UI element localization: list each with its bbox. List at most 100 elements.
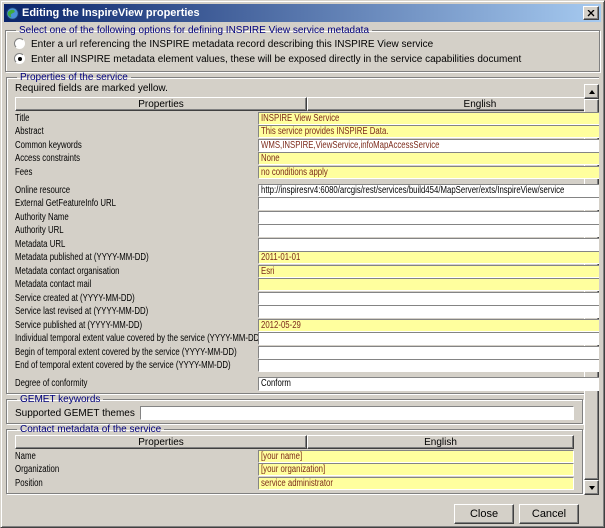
field-begin-of-temporal-extent-covered-by-the-service-yyyy-mm-dd[interactable] [258,346,599,359]
field-metadata-published-at-yyyy-mm-dd[interactable]: 2011-01-01 [258,251,599,264]
chevron-up-icon [589,90,595,94]
table-row: Begin of temporal extent covered by the … [15,346,599,359]
row-label: Name [15,451,205,462]
cancel-button[interactable]: Cancel [519,504,579,524]
row-label: Organization [15,464,205,475]
row-label: Begin of temporal extent covered by the … [15,347,205,358]
field-value: This service provides INSPIRE Data. [261,126,388,137]
radio-option-label: Enter all INSPIRE metadata element value… [31,53,521,65]
dialog-window: Editing the InspireView properties Selec… [0,0,605,528]
field-value: INSPIRE View Service [261,113,339,124]
radio-option-metadata-url[interactable]: Enter a url referencing the INSPIRE meta… [14,38,591,50]
field-value: 2011-01-01 [261,252,300,263]
row-label: Service last revised at (YYYY-MM-DD) [15,306,205,317]
table-row: Title INSPIRE View Service [15,112,599,125]
row-label: Title [15,113,205,124]
field-organization[interactable]: [your organization] [258,463,574,476]
gemet-themes-field[interactable] [140,406,574,420]
field-service-published-at-yyyy-mm-dd[interactable]: 2012-05-29 [258,319,599,332]
row-label: Metadata contact organisation [15,266,205,277]
table-row: Name [your name] [15,450,574,463]
table-row: Authority Name [15,211,599,224]
window-icon [6,7,19,20]
degree-of-conformity-select[interactable]: Conform [258,377,599,391]
table-row: Position service administrator [15,477,574,490]
row-label: Metadata contact mail [15,279,205,290]
radio-option-label: Enter a url referencing the INSPIRE meta… [31,38,433,50]
field-service-last-revised-at-yyyy-mm-dd[interactable] [258,305,599,318]
close-button[interactable]: Close [454,504,514,524]
row-label: Position [15,478,205,489]
gemet-keywords-group-title: GEMET keywords [17,394,103,405]
table-row: Authority URL [15,224,599,237]
scroll-down-button[interactable] [584,480,599,495]
table-row: Service published at (YYYY-MM-DD) 2012-05… [15,319,599,332]
column-header-english: English [307,435,574,449]
radio-button-selected-icon[interactable] [14,53,25,64]
field-value: no conditions apply [261,167,328,178]
field-abstract[interactable]: This service provides INSPIRE Data. [258,125,599,138]
field-end-of-temporal-extent-covered-by-the-service-yyyy-mm-dd[interactable] [258,359,599,372]
selected-value: Conform [261,378,553,389]
radio-option-inline-metadata[interactable]: Enter all INSPIRE metadata element value… [14,53,591,65]
table-row: Organization [your organization] [15,463,574,476]
gemet-themes-row: Supported GEMET themes [15,406,574,420]
field-position[interactable]: service administrator [258,477,574,490]
field-title[interactable]: INSPIRE View Service [258,112,599,125]
row-label: Metadata URL [15,239,205,250]
field-common-keywords[interactable]: WMS,INSPIRE,ViewService,infoMapAccessSer… [258,139,599,152]
scroll-pane: Properties of the service Required field… [6,72,599,501]
field-authority-url[interactable] [258,224,599,237]
field-online-resource[interactable]: http://inspiresrv4:6080/arcgis/rest/serv… [258,184,599,197]
table-row: Common keywords WMS,INSPIRE,ViewService,i… [15,139,599,152]
table-row: Degree of conformity Conform [15,377,599,390]
close-icon[interactable] [583,6,599,20]
service-properties-group: Properties of the service Required field… [6,72,599,394]
field-metadata-contact-mail[interactable] [258,278,599,291]
contact-metadata-group: Contact metadata of the service Properti… [6,424,583,494]
gemet-keywords-group: GEMET keywords Supported GEMET themes [6,394,583,424]
table-row: Service last revised at (YYYY-MM-DD) [15,305,599,318]
field-service-created-at-yyyy-mm-dd[interactable] [258,292,599,305]
table-row: Fees no conditions apply [15,166,599,179]
table-header: Properties English [15,97,599,111]
row-label: Authority Name [15,212,205,223]
field-value: None [261,153,280,164]
gemet-themes-label: Supported GEMET themes [15,408,135,419]
column-header-english: English [307,97,599,111]
field-value: service administrator [261,478,333,489]
row-label: Individual temporal extent value covered… [15,333,205,344]
field-name[interactable]: [your name] [258,450,574,463]
row-label: End of temporal extent covered by the se… [15,360,205,371]
field-individual-temporal-extent-value-covered-by-the-service-yyyy-mm-dd[interactable] [258,332,599,345]
column-header-properties: Properties [15,435,307,449]
table-row: AbstractThis service provides INSPIRE Da… [15,125,599,138]
contact-metadata-table: Name [your name] Organization [your organiz… [15,450,574,490]
table-row: Individual temporal extent value covered… [15,332,599,345]
row-label: Metadata published at (YYYY-MM-DD) [15,252,205,263]
titlebar[interactable]: Editing the InspireView properties [4,4,601,22]
table-row: Access constraintsNone [15,152,599,165]
field-external-getfeatureinfo-url[interactable] [258,197,599,210]
field-value: Esri [261,266,274,277]
field-access-constraints[interactable]: None [258,152,599,165]
table-row: Online resourcehttp://inspiresrv4:6080/a… [15,184,599,197]
row-label: Authority URL [15,225,205,236]
row-label: Fees [15,167,205,178]
field-metadata-contact-organisation[interactable]: Esri [258,265,599,278]
dialog-content: Select one of the following options for … [4,22,601,524]
table-row: Metadata contact organisation Esri [15,265,599,278]
field-metadata-url[interactable] [258,238,599,251]
row-label: Degree of conformity [15,378,205,389]
service-properties-group-title: Properties of the service [17,72,131,83]
metadata-options-group: Select one of the following options for … [5,25,600,72]
field-authority-name[interactable] [258,211,599,224]
table-row: Metadata contact mail [15,278,599,291]
radio-button-icon[interactable] [14,38,25,49]
row-label: Service published at (YYYY-MM-DD) [15,320,205,331]
field-fees[interactable]: no conditions apply [258,166,599,179]
table-row: External GetFeatureInfo URL [15,197,599,210]
table-header: Properties English [15,435,574,449]
row-label: Common keywords [15,140,205,151]
scroll-up-button[interactable] [584,84,599,99]
